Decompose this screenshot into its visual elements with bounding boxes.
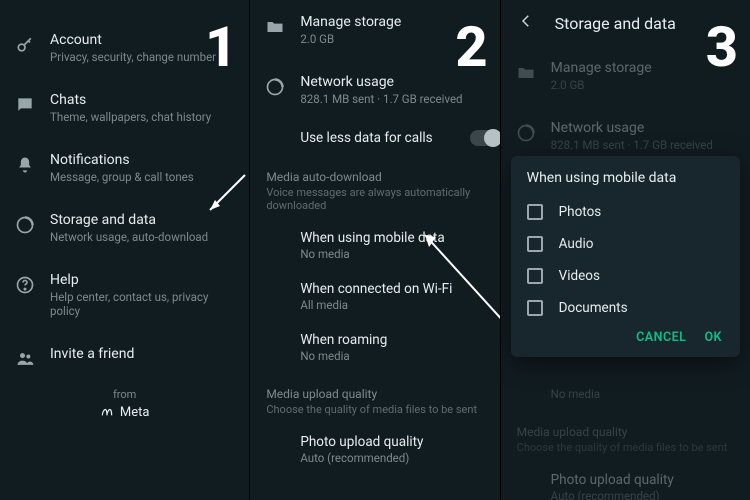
- settings-item-account[interactable]: Account Privacy, security, change number: [0, 18, 249, 78]
- panel-dialog: 3 Storage and data Manage storage2.0 GB …: [500, 0, 750, 500]
- dialog-title: When using mobile data: [527, 170, 732, 186]
- option-documents[interactable]: Documents: [527, 292, 732, 324]
- key-icon: [14, 34, 36, 56]
- section-sub-autodl: Voice messages are always automatically …: [250, 186, 499, 220]
- data-usage-icon: [14, 214, 36, 236]
- item-title: Invite a friend: [50, 346, 233, 362]
- item-title: Manage storage: [300, 14, 483, 30]
- item-title: When connected on Wi-Fi: [300, 281, 483, 297]
- item-sub: 2.0 GB: [300, 32, 483, 46]
- photo-upload-row[interactable]: Photo upload quality Auto (recommended): [250, 424, 499, 475]
- bell-icon: [14, 154, 36, 176]
- checkbox-icon[interactable]: [527, 300, 543, 316]
- item-title: Storage and data: [50, 212, 233, 228]
- less-data-toggle-row[interactable]: Use less data for calls: [250, 120, 499, 156]
- item-title: Photo upload quality: [300, 434, 483, 450]
- network-usage-row[interactable]: Network usage 828.1 MB sent · 1.7 GB rece…: [250, 60, 499, 120]
- item-title: When roaming: [300, 332, 483, 348]
- folder-icon: [264, 16, 286, 38]
- panel-storage-data: 2 Manage storage2.0 GB Network usage828.…: [249, 0, 499, 500]
- back-icon[interactable]: [517, 12, 535, 34]
- option-photos[interactable]: Photos: [527, 196, 732, 228]
- screen-header: Storage and data: [501, 0, 750, 46]
- section-sub-upload: Choose the quality of media files to be …: [250, 403, 499, 424]
- item-sub: No media: [300, 247, 483, 261]
- screen-title: Storage and data: [555, 14, 676, 33]
- autodl-roaming-row[interactable]: When roaming No media: [250, 322, 499, 373]
- folder-icon: [515, 62, 537, 84]
- settings-item-storage[interactable]: Storage and data Network usage, auto-down…: [0, 198, 249, 258]
- item-title: When using mobile data: [300, 230, 483, 246]
- item-title: Notifications: [50, 152, 233, 168]
- mobile-data-dialog: When using mobile data Photos Audio Vide…: [511, 156, 740, 357]
- data-usage-icon: [264, 76, 286, 98]
- item-sub: Auto (recommended): [300, 451, 483, 465]
- item-title: Use less data for calls: [300, 130, 432, 146]
- ok-button[interactable]: OK: [704, 330, 722, 345]
- item-sub: Help center, contact us, privacy policy: [50, 290, 233, 318]
- item-sub: No media: [300, 349, 483, 363]
- settings-item-chats[interactable]: Chats Theme, wallpapers, chat history: [0, 78, 249, 138]
- item-sub: 828.1 MB sent · 1.7 GB received: [300, 92, 483, 106]
- item-sub: All media: [300, 298, 483, 312]
- manage-storage-row[interactable]: Manage storage 2.0 GB: [250, 0, 499, 60]
- option-audio[interactable]: Audio: [527, 228, 732, 260]
- checkbox-icon[interactable]: [527, 236, 543, 252]
- data-usage-icon: [515, 122, 537, 144]
- toggle-switch[interactable]: [470, 130, 500, 146]
- section-header-upload: Media upload quality: [250, 373, 499, 403]
- autodl-mobile-row[interactable]: When using mobile data No media: [250, 220, 499, 271]
- item-sub: Network usage, auto-download: [50, 230, 233, 244]
- help-icon: [14, 274, 36, 296]
- footer-from: from: [0, 388, 249, 401]
- autodl-wifi-row[interactable]: When connected on Wi-Fi All media: [250, 271, 499, 322]
- footer-brand: Meta: [0, 405, 249, 420]
- people-icon: [14, 348, 36, 370]
- checkbox-icon[interactable]: [527, 268, 543, 284]
- item-sub: Theme, wallpapers, chat history: [50, 110, 233, 124]
- item-title: Chats: [50, 92, 233, 108]
- footer: from Meta: [0, 388, 249, 420]
- checkbox-icon[interactable]: [527, 204, 543, 220]
- settings-item-invite[interactable]: Invite a friend: [0, 332, 249, 384]
- option-videos[interactable]: Videos: [527, 260, 732, 292]
- settings-item-help[interactable]: Help Help center, contact us, privacy pol…: [0, 258, 249, 332]
- panel-settings: 1 AccountPrivacy, security, change numbe…: [0, 0, 249, 500]
- cancel-button[interactable]: CANCEL: [636, 330, 686, 345]
- chat-icon: [14, 94, 36, 116]
- item-title: Account: [50, 32, 233, 48]
- settings-item-notifications[interactable]: Notifications Message, group & call tones: [0, 138, 249, 198]
- meta-logo-icon: [100, 406, 114, 420]
- section-header-autodl: Media auto-download: [250, 156, 499, 186]
- item-title: Network usage: [300, 74, 483, 90]
- manage-storage-row: Manage storage2.0 GB: [501, 46, 750, 106]
- item-sub: Privacy, security, change number: [50, 50, 233, 64]
- item-title: Help: [50, 272, 233, 288]
- item-sub: Message, group & call tones: [50, 170, 233, 184]
